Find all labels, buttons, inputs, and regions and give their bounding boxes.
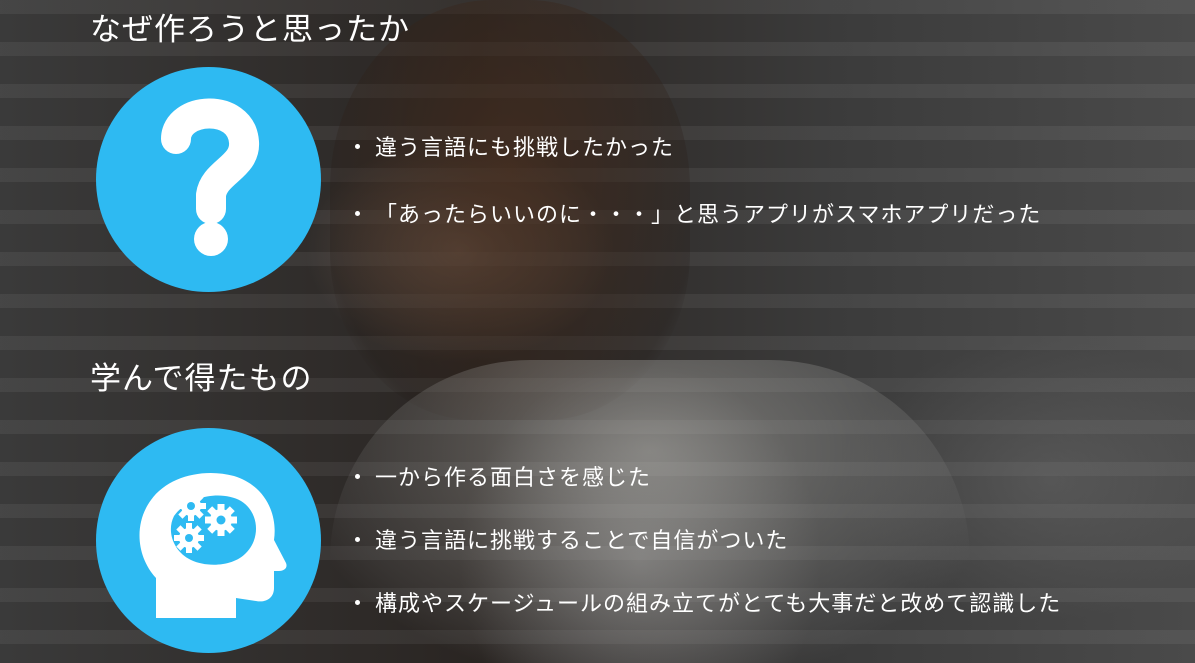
- list-item: 一から作る面白さを感じた: [355, 460, 651, 492]
- bullet-dot: [355, 210, 360, 216]
- bullet-dot: [355, 473, 360, 479]
- list-item: 構成やスケージュールの組み立てがとても大事だと改めて認識した: [355, 586, 1061, 618]
- bullet-dot: [355, 599, 360, 605]
- list-item: 「あったらいいのに・・・」と思うアプリがスマホアプリだった: [355, 197, 1041, 229]
- question-mark-icon: [96, 67, 321, 292]
- section-heading-learned: 学んで得たもの: [90, 361, 313, 397]
- bullet-text: 構成やスケージュールの組み立てがとても大事だと改めて認識した: [375, 592, 1062, 617]
- bullet-text: 「あったらいいのに・・・」と思うアプリがスマホアプリだった: [375, 203, 1042, 228]
- section-heading-why: なぜ作ろうと思ったか: [90, 12, 410, 48]
- bullet-text: 違う言語にも挑戦したかった: [375, 136, 675, 161]
- bullet-dot: [355, 143, 360, 149]
- list-item: 違う言語にも挑戦したかった: [355, 130, 674, 162]
- list-item: 違う言語に挑戦することで自信がついた: [355, 523, 788, 555]
- bullet-text: 一から作る面白さを感じた: [375, 466, 652, 491]
- bullet-text: 違う言語に挑戦することで自信がついた: [375, 529, 789, 554]
- head-gears-icon: [96, 428, 321, 653]
- bullet-dot: [355, 536, 360, 542]
